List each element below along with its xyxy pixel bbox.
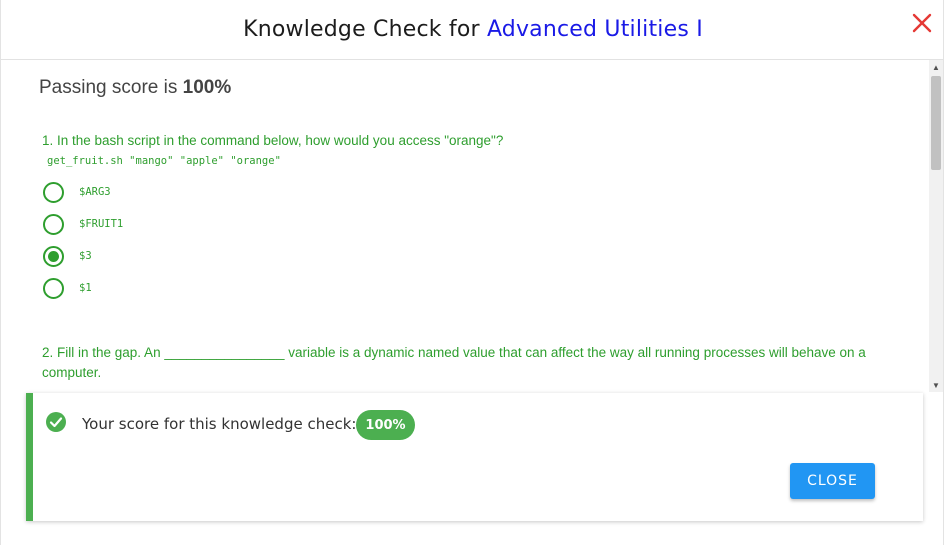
score-badge: 100% [356, 410, 415, 440]
option-label: $ARG3 [79, 186, 111, 198]
scroll-up-arrow-icon[interactable]: ▲ [929, 60, 943, 74]
knowledge-check-modal: Knowledge Check for Advanced Utilities I… [0, 0, 944, 545]
score-result-card: Your score for this knowledge check: 100… [26, 393, 923, 521]
scroll-down-arrow-icon[interactable]: ▼ [929, 378, 943, 392]
close-x-icon[interactable] [909, 10, 935, 36]
questions-scroll-area[interactable]: Passing score is 100% 1. In the bash scr… [1, 60, 944, 392]
option-1[interactable]: $1 [43, 277, 92, 299]
question-1-code: get_fruit.sh "mango" "apple" "orange" [47, 155, 281, 167]
radio-button[interactable] [43, 277, 64, 299]
check-circle-icon [45, 411, 67, 433]
scroll-thumb[interactable] [931, 76, 941, 170]
modal-title: Knowledge Check for Advanced Utilities I [243, 17, 703, 42]
radio-button[interactable] [43, 181, 64, 203]
passing-score-label: Passing score is [39, 77, 183, 98]
score-message: Your score for this knowledge check: [82, 415, 357, 433]
option-label: $1 [79, 282, 92, 294]
title-prefix: Knowledge Check for [243, 17, 487, 42]
radio-selected-dot [48, 250, 59, 262]
radio-button[interactable] [43, 213, 64, 235]
close-button[interactable]: CLOSE [790, 463, 875, 499]
question-1-text: 1. In the bash script in the command bel… [42, 133, 504, 148]
vertical-scrollbar[interactable]: ▲ ▼ [929, 60, 943, 392]
option-label: $3 [79, 250, 92, 262]
option-fruit1[interactable]: $FRUIT1 [43, 213, 123, 235]
course-name: Advanced Utilities I [486, 17, 703, 42]
question-2-text: 2. Fill in the gap. An ________________ … [42, 345, 866, 380]
passing-score: Passing score is 100% [39, 77, 231, 99]
radio-button-selected[interactable] [43, 245, 64, 267]
option-arg3[interactable]: $ARG3 [43, 181, 111, 203]
passing-score-value: 100% [182, 77, 232, 98]
option-3[interactable]: $3 [43, 245, 92, 267]
modal-header: Knowledge Check for Advanced Utilities I [1, 0, 944, 60]
option-label: $FRUIT1 [79, 218, 124, 230]
